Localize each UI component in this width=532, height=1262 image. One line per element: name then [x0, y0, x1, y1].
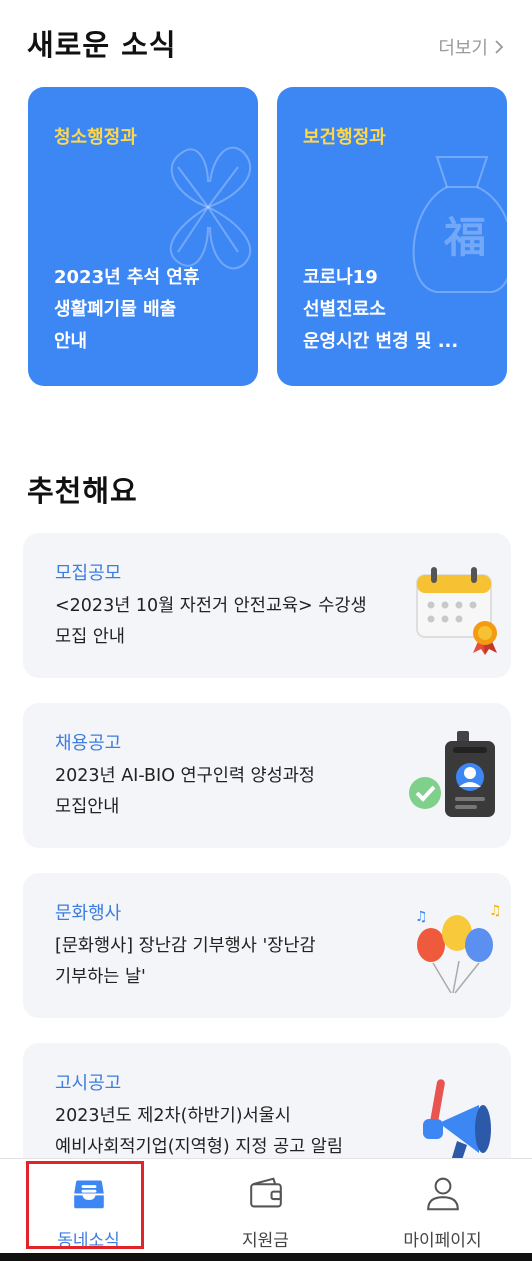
- recommend-category: 고시공고: [55, 1073, 122, 1094]
- recommend-line: 기부하는 날': [55, 967, 146, 987]
- news-section-title: 새로운 소식: [27, 28, 177, 62]
- headline-line: 안내: [54, 331, 88, 352]
- recommend-line: 2023년도 제2차(하반기)서울시: [55, 1106, 291, 1126]
- nav-item-mypage[interactable]: 마이페이지: [354, 1159, 531, 1251]
- recommend-card[interactable]: 모집공모 <2023년 10월 자전거 안전교육> 수강생 모집 안내: [23, 533, 511, 678]
- selection-highlight: [26, 1161, 144, 1249]
- headline-line: 2023년 추석 연휴: [54, 267, 200, 288]
- news-category: 청소행정과: [54, 127, 137, 148]
- recommend-line: 모집안내: [55, 797, 120, 817]
- balloons-icon: ♫ ♫: [415, 903, 502, 994]
- news-card[interactable]: 청소행정과 2023년 추석 연휴 생활폐기물 배출 안내: [28, 87, 258, 386]
- bottom-navigation: 동네소식 지원금 마이페이지: [0, 1158, 532, 1262]
- recommend-text: 2023년도 제2차(하반기)서울시 예비사회적기업(지역형) 지정 공고 알림: [55, 1101, 427, 1163]
- recommend-card[interactable]: 채용공고 2023년 AI-BIO 연구인력 양성과정 모집안내: [23, 703, 511, 848]
- more-link[interactable]: 더보기: [438, 34, 504, 60]
- recommend-section-title: 추천해요: [27, 474, 138, 508]
- recommend-text: 2023년 AI-BIO 연구인력 양성과정 모집안내: [55, 761, 427, 823]
- recommend-category: 모집공모: [55, 563, 122, 584]
- recommend-card[interactable]: 문화행사 [문화행사] 장난감 기부행사 '장난감 기부하는 날' ♫ ♫: [23, 873, 511, 1018]
- id-badge-icon: [409, 731, 495, 817]
- news-card[interactable]: 福 보건행정과 코로나19 선별진료소 운영시간 변경 및 ...: [277, 87, 507, 386]
- nav-label-mypage: 마이페이지: [403, 1231, 482, 1251]
- recommend-line: [문화행사] 장난감 기부행사 '장난감: [55, 936, 316, 956]
- news-headline: 코로나19 선별진료소 운영시간 변경 및 ...: [303, 262, 493, 358]
- svg-text:♫: ♫: [489, 903, 502, 919]
- headline-line: 운영시간 변경 및 ...: [303, 331, 459, 352]
- headline-line: 생활폐기물 배출: [54, 299, 177, 320]
- recommend-category: 채용공고: [55, 733, 122, 754]
- recommend-category: 문화행사: [55, 903, 122, 924]
- news-headline: 2023년 추석 연휴 생활폐기물 배출 안내: [54, 262, 244, 358]
- calendar-icon: [416, 567, 497, 655]
- more-label: 더보기: [438, 38, 488, 59]
- person-icon: [426, 1177, 459, 1211]
- recommend-line: 2023년 AI-BIO 연구인력 양성과정: [55, 766, 315, 786]
- headline-line: 코로나19: [303, 267, 378, 288]
- recommend-text: [문화행사] 장난감 기부행사 '장난감 기부하는 날': [55, 931, 427, 993]
- headline-line: 선별진료소: [303, 299, 386, 320]
- recommend-line: 모집 안내: [55, 627, 125, 647]
- wallet-icon: [249, 1177, 282, 1208]
- nav-label-support: 지원금: [242, 1231, 289, 1251]
- svg-text:♫: ♫: [415, 909, 428, 925]
- news-category: 보건행정과: [303, 127, 386, 148]
- lucky-bag-char: 福: [443, 213, 486, 262]
- nav-item-support[interactable]: 지원금: [177, 1159, 354, 1251]
- chevron-right-icon: [495, 40, 504, 54]
- recommend-text: <2023년 10월 자전거 안전교육> 수강생 모집 안내: [55, 591, 427, 653]
- system-bottom-bar: [0, 1253, 532, 1261]
- recommend-line: <2023년 10월 자전거 안전교육> 수강생: [55, 596, 367, 616]
- megaphone-icon: [423, 1079, 491, 1163]
